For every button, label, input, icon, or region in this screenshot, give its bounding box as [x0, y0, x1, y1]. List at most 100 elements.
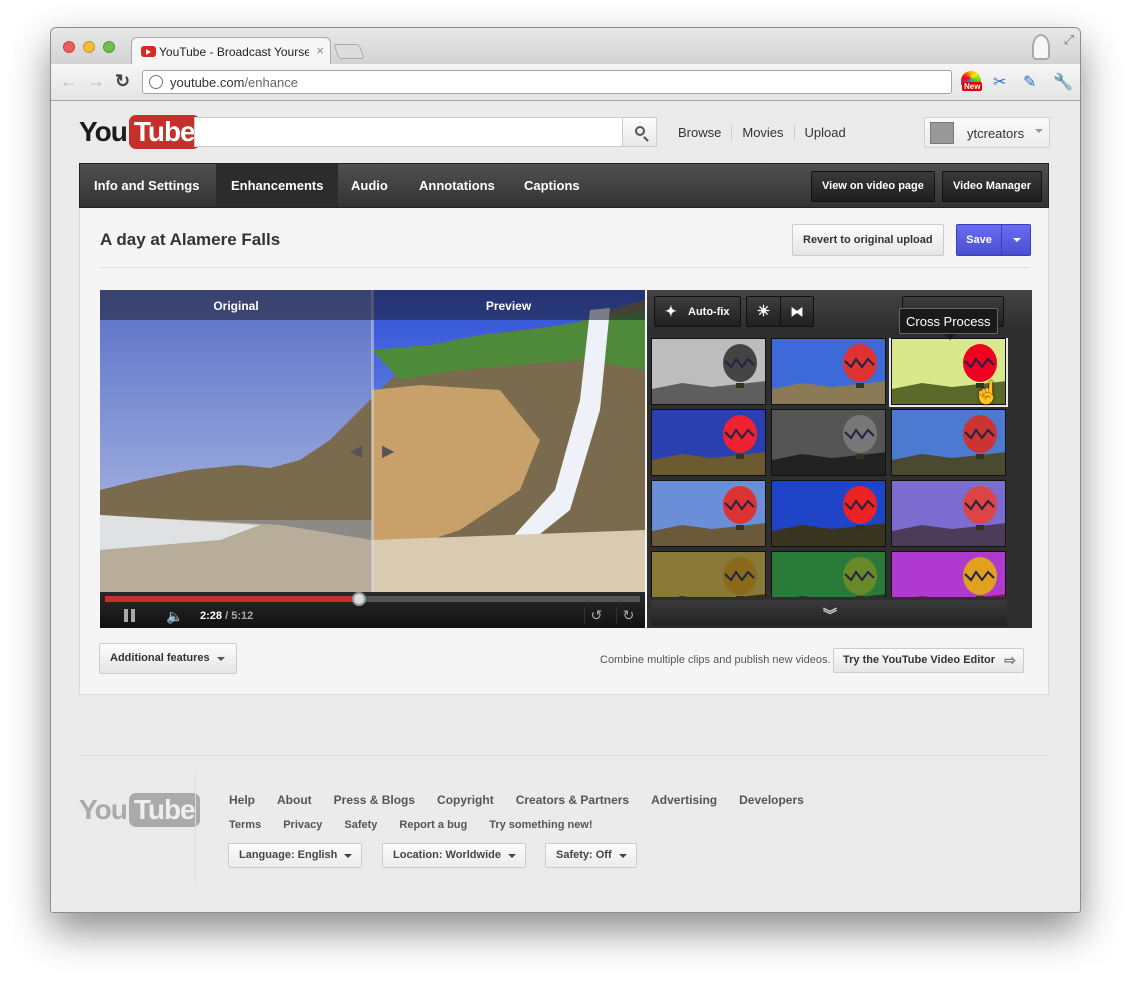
effect-thumbnail[interactable] — [771, 409, 886, 476]
try-video-editor-button[interactable]: Try the YouTube Video Editor ⇨ — [833, 648, 1024, 673]
rotate-right-icon[interactable]: ↻ — [616, 607, 640, 624]
wrench-icon[interactable]: 🔧 — [1053, 72, 1073, 92]
tab-close-icon[interactable]: × — [316, 43, 324, 58]
enhancements-panel: A day at Alamere Falls Revert to origina… — [79, 208, 1049, 695]
effect-thumbnail[interactable] — [651, 480, 766, 547]
footer-link-press-blogs[interactable]: Press & Blogs — [334, 793, 415, 807]
brightness-icon[interactable]: ☀ — [746, 296, 781, 327]
footer-link-about[interactable]: About — [277, 793, 312, 807]
effects-panel: ✦ Auto-fix ☀ ⧓ ︾ Cross Process ☝ — [647, 290, 1032, 628]
tab-audio[interactable]: Audio — [337, 164, 402, 207]
safety-select[interactable]: Safety: Off — [545, 843, 637, 868]
additional-features-button[interactable]: Additional features — [99, 643, 237, 674]
video-player[interactable]: ◀ ▶ Original Preview 🔈 2:28 / 5:12 ↺ ↻ — [100, 290, 645, 628]
footer-link-privacy[interactable]: Privacy — [283, 819, 322, 831]
save-dropdown-arrow-icon[interactable] — [1013, 238, 1021, 242]
forward-icon[interactable]: → — [87, 71, 105, 92]
rotate-left-icon[interactable]: ↺ — [584, 607, 608, 624]
footer-youtube-logo[interactable]: You Tube — [79, 793, 200, 827]
effect-thumbnail[interactable] — [771, 551, 886, 597]
fullscreen-icon[interactable]: ⤢ — [1064, 32, 1074, 48]
footer-link-developers[interactable]: Developers — [739, 793, 804, 807]
footer-link-help[interactable]: Help — [229, 793, 255, 807]
eyedropper-icon[interactable]: ✎ — [1023, 72, 1036, 92]
footer-link-creators-partners[interactable]: Creators & Partners — [516, 793, 629, 807]
magic-wand-icon: ✦ — [665, 303, 677, 319]
time-display: 2:28 / 5:12 — [200, 610, 254, 622]
new-tab-button[interactable] — [333, 44, 365, 59]
address-bar[interactable]: youtube.com/enhance — [142, 70, 952, 94]
new-extension-icon[interactable]: New — [961, 71, 983, 91]
search-icon — [635, 126, 645, 136]
video-manager-button[interactable]: Video Manager — [942, 171, 1043, 202]
footer-links: Help About Press & Blogs Copyright Creat… — [229, 793, 804, 807]
chevron-down-icon — [1035, 129, 1043, 133]
player-controls: 🔈 2:28 / 5:12 ↺ ↻ — [100, 592, 645, 628]
effect-thumbnail[interactable] — [651, 551, 766, 597]
svg-text:◀: ◀ — [350, 441, 363, 460]
tab-title: YouTube - Broadcast Yourself — [159, 45, 309, 59]
revert-button[interactable]: Revert to original upload — [792, 224, 944, 256]
tab-captions[interactable]: Captions — [510, 164, 594, 207]
tab-info-and-settings[interactable]: Info and Settings — [80, 164, 213, 207]
autofix-button[interactable]: ✦ Auto-fix — [654, 296, 741, 327]
movies-link[interactable]: Movies — [731, 125, 793, 140]
divider — [100, 267, 1030, 268]
page: You Tube Browse Movies Upload ytcreators … — [51, 101, 1080, 912]
reload-icon[interactable]: ↻ — [115, 71, 130, 92]
save-label: Save — [957, 225, 1002, 255]
footer-link-advertising[interactable]: Advertising — [651, 793, 717, 807]
upload-link[interactable]: Upload — [793, 125, 856, 140]
effect-tooltip: Cross Process — [899, 308, 998, 340]
view-on-video-page-button[interactable]: View on video page — [811, 171, 935, 202]
footer-divider — [79, 755, 1049, 756]
user-menu[interactable]: ytcreators — [924, 117, 1050, 148]
minimize-window-button[interactable] — [83, 41, 95, 53]
effect-thumbnail[interactable] — [891, 409, 1006, 476]
profile-icon[interactable] — [1032, 34, 1050, 60]
pause-icon[interactable] — [124, 609, 135, 622]
progress-bar[interactable] — [105, 592, 640, 606]
progress-knob[interactable] — [351, 592, 366, 606]
show-more-effects[interactable]: ︾ — [651, 600, 1007, 626]
language-select[interactable]: Language: English — [228, 843, 363, 868]
effect-thumbnail[interactable] — [771, 480, 886, 547]
search-input[interactable] — [194, 117, 624, 147]
location-select[interactable]: Location: Worldwide — [382, 843, 526, 868]
globe-icon — [149, 75, 163, 89]
tab-enhancements[interactable]: Enhancements — [216, 164, 339, 207]
browser-tab[interactable]: YouTube - Broadcast Yourself × — [131, 37, 331, 65]
zoom-window-button[interactable] — [103, 41, 115, 53]
back-icon[interactable]: ← — [60, 71, 78, 92]
footer-link-report-bug[interactable]: Report a bug — [399, 819, 467, 831]
tab-annotations[interactable]: Annotations — [405, 164, 509, 207]
progress-fill — [105, 596, 359, 602]
scissors-icon[interactable]: ✂ — [993, 72, 1006, 92]
browse-link[interactable]: Browse — [678, 125, 731, 140]
stabilize-icon[interactable]: ⧓ — [780, 296, 814, 327]
effect-thumbnail[interactable] — [891, 551, 1006, 597]
footer-link-copyright[interactable]: Copyright — [437, 793, 494, 807]
chevron-down-icon: ︾ — [823, 607, 837, 623]
title-bar: YouTube - Broadcast Yourself × ⤢ — [51, 28, 1080, 65]
footer-link-terms[interactable]: Terms — [229, 819, 261, 831]
preview-label: Preview — [485, 299, 532, 313]
combine-text: Combine multiple clips and publish new v… — [600, 654, 831, 666]
effect-thumbnail[interactable] — [891, 480, 1006, 547]
effect-thumbnail[interactable] — [651, 338, 766, 405]
effects-grid — [651, 338, 1011, 597]
volume-icon[interactable]: 🔈 — [166, 608, 183, 625]
effect-thumbnail[interactable] — [771, 338, 886, 405]
youtube-logo[interactable]: You Tube — [79, 115, 200, 149]
browser-toolbar: ← → ↻ youtube.com/enhance New ✂ ✎ 🔧 — [51, 64, 1080, 101]
video-frame: ◀ ▶ — [100, 290, 645, 592]
close-window-button[interactable] — [63, 41, 75, 53]
footer-link-safety[interactable]: Safety — [344, 819, 377, 831]
save-button[interactable]: Save — [956, 224, 1031, 256]
avatar — [930, 122, 954, 144]
youtube-favicon-icon — [141, 46, 156, 57]
top-links: Browse Movies Upload — [678, 125, 856, 140]
effect-thumbnail[interactable] — [651, 409, 766, 476]
footer-link-try-new[interactable]: Try something new! — [489, 819, 592, 831]
search-button[interactable] — [622, 117, 657, 147]
